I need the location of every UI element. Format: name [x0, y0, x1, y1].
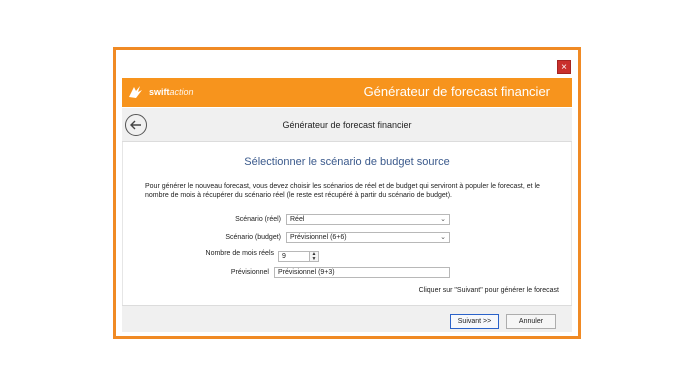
scenario-budget-value: Prévisionnel (6+6) — [290, 234, 347, 241]
section-heading: Sélectionner le scénario de budget sourc… — [244, 156, 450, 168]
previsionnel-label: Prévisionnel — [230, 269, 269, 276]
hint-text: Cliquer sur "Suivant" pour générer le fo… — [418, 287, 559, 294]
brand-title: Générateur de forecast financier — [363, 84, 550, 99]
description-text: Pour générer le nouveau forecast, vous d… — [145, 183, 540, 199]
nb-mois-label: Nombre de mois réels — [205, 250, 274, 257]
close-button[interactable]: × — [557, 60, 571, 74]
cancel-button[interactable]: Annuler — [506, 314, 556, 329]
logo-text: swiftaction — [149, 87, 194, 97]
nb-mois-input[interactable]: 9 — [278, 251, 310, 262]
page-title: Générateur de forecast financier — [282, 120, 412, 130]
scenario-reel-select[interactable]: Réel ⌄ — [286, 214, 450, 225]
scenario-budget-label: Scénario (budget) — [225, 234, 281, 241]
previsionnel-field[interactable]: Prévisionnel (9+3) — [274, 267, 450, 278]
chevron-down-icon: ⌄ — [440, 234, 446, 241]
swift-logo-icon — [129, 86, 142, 98]
nb-mois-value: 9 — [282, 253, 286, 260]
main-content: Sélectionner le scénario de budget sourc… — [122, 142, 572, 305]
scenario-reel-label: Scénario (réel) — [235, 216, 281, 223]
next-button[interactable]: Suivant >> — [450, 314, 499, 329]
nb-mois-stepper[interactable]: ▲ ▼ — [309, 251, 319, 262]
scenario-reel-value: Réel — [290, 216, 305, 223]
logo: swiftaction — [128, 84, 194, 100]
footer-bar: Suivant >> Annuler — [122, 305, 572, 332]
scenario-budget-select[interactable]: Prévisionnel (6+6) ⌄ — [286, 232, 450, 243]
dialog-window: × swiftaction Générateur de forecast fin… — [119, 55, 575, 334]
chevron-down-icon: ⌄ — [440, 216, 446, 223]
sub-header: Générateur de forecast financier — [122, 108, 572, 142]
previsionnel-value: Prévisionnel (9+3) — [278, 269, 335, 276]
brand-header: swiftaction Générateur de forecast finan… — [122, 78, 572, 107]
